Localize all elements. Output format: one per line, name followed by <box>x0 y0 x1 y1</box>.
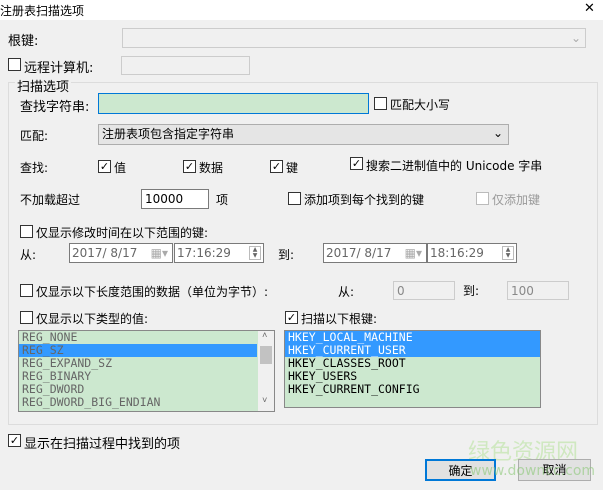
add-key-only-checkbox[interactable] <box>476 192 489 205</box>
time-range-label: 仅显示修改时间在以下范围的键: <box>36 226 209 240</box>
time-from-label: 从: <box>20 248 37 262</box>
close-icon[interactable]: ✕ <box>584 1 595 16</box>
calendar-icon[interactable]: ▦▾ <box>405 244 422 262</box>
value-label: 值 <box>114 161 127 175</box>
from-time-picker[interactable]: 17:16:29 ▲ ▼ <box>174 243 264 263</box>
roots-list[interactable]: HKEY_LOCAL_MACHINE HKEY_CURRENT_USER HKE… <box>284 330 541 408</box>
length-from-label: 从: <box>338 285 355 299</box>
to-date-picker[interactable]: 2017/ 8/17 ▦▾ <box>323 243 427 263</box>
remote-label: 远程计算机: <box>24 61 94 76</box>
from-date-picker[interactable]: 2017/ 8/17 ▦▾ <box>69 243 173 263</box>
scroll-thumb[interactable] <box>260 346 272 364</box>
title-bar <box>0 0 603 20</box>
from-date: 2017/ 8/17 <box>72 246 138 260</box>
remote-checkbox[interactable] <box>8 58 21 71</box>
time-to-label: 到: <box>278 248 295 262</box>
search-label: 查找: <box>20 161 49 175</box>
key-checkbox[interactable]: ✓ <box>270 160 283 173</box>
limit-label: 不加载超过 <box>20 193 81 207</box>
add-item-label: 添加项到每个找到的键 <box>304 193 425 207</box>
group-label: 扫描选项 <box>15 76 72 95</box>
types-label: 仅显示以下类型的值: <box>36 312 149 326</box>
add-key-only-label: 仅添加键 <box>492 193 541 207</box>
value-checkbox[interactable]: ✓ <box>98 160 111 173</box>
match-label: 匹配: <box>20 129 49 143</box>
match-value: 注册表项包含指定字符串 <box>102 127 235 141</box>
spinner-icon[interactable]: ▲ ▼ <box>502 246 514 260</box>
match-case-checkbox[interactable] <box>374 97 387 110</box>
show-found-checkbox[interactable]: ✓ <box>8 434 21 447</box>
scroll-down-icon[interactable]: ˅ <box>262 396 267 406</box>
length-range-label: 仅显示以下长度范围的数据（单位为字节）: <box>36 285 269 299</box>
chevron-down-icon: ⌄ <box>570 31 581 45</box>
scroll-up-icon[interactable]: ˄ <box>262 331 267 341</box>
remote-computer-input[interactable] <box>121 56 250 75</box>
roots-checkbox[interactable]: ✓ <box>285 311 298 324</box>
length-to-input[interactable]: 100 <box>507 281 569 300</box>
add-item-checkbox[interactable] <box>288 192 301 205</box>
spinner-icon[interactable]: ▲ ▼ <box>249 246 261 260</box>
types-list[interactable]: REG_NONE REG_SZ REG_EXPAND_SZ REG_BINARY… <box>18 330 275 412</box>
unicode-checkbox[interactable]: ✓ <box>350 157 363 170</box>
roots-label: 扫描以下根键: <box>301 312 378 326</box>
length-to-label: 到: <box>463 284 480 298</box>
data-checkbox[interactable]: ✓ <box>183 160 196 173</box>
list-item[interactable]: REG_DWORD_BIG_ENDIAN <box>19 396 274 409</box>
data-label: 数据 <box>199 161 224 175</box>
types-checkbox[interactable] <box>20 311 33 324</box>
time-range-checkbox[interactable] <box>20 225 33 238</box>
to-time-picker[interactable]: 18:16:29 ▲ ▼ <box>427 243 517 263</box>
find-label: 查找字符串: <box>20 100 90 115</box>
root-key-label: 根键: <box>8 34 39 49</box>
match-case-label: 匹配大小写 <box>390 98 451 112</box>
chevron-down-icon: ⌄ <box>492 126 503 140</box>
show-found-label: 显示在扫描过程中找到的项 <box>24 437 181 452</box>
find-string-input[interactable] <box>98 93 369 114</box>
to-date: 2017/ 8/17 <box>326 246 392 260</box>
to-time: 18:16:29 <box>430 246 484 260</box>
limit-unit: 项 <box>216 193 229 207</box>
key-label: 键 <box>286 161 299 175</box>
calendar-icon[interactable]: ▦▾ <box>151 244 168 262</box>
unicode-label: 搜索二进制值中的 Unicode 字串 <box>366 159 543 173</box>
scrollbar[interactable]: ˄ ˅ <box>258 331 274 411</box>
match-combo[interactable]: 注册表项包含指定字符串 ⌄ <box>98 124 509 145</box>
root-key-combo[interactable]: ⌄ <box>122 28 586 48</box>
list-item[interactable]: HKEY_CURRENT_CONFIG <box>285 383 540 396</box>
length-from-input[interactable]: 0 <box>393 281 455 300</box>
window-title: 注册表扫描选项 <box>0 4 85 18</box>
watermark-url: www.downcc.com <box>470 463 596 479</box>
length-range-checkbox[interactable] <box>20 284 33 297</box>
from-time: 17:16:29 <box>177 246 231 260</box>
limit-input[interactable]: 10000 <box>141 189 209 209</box>
